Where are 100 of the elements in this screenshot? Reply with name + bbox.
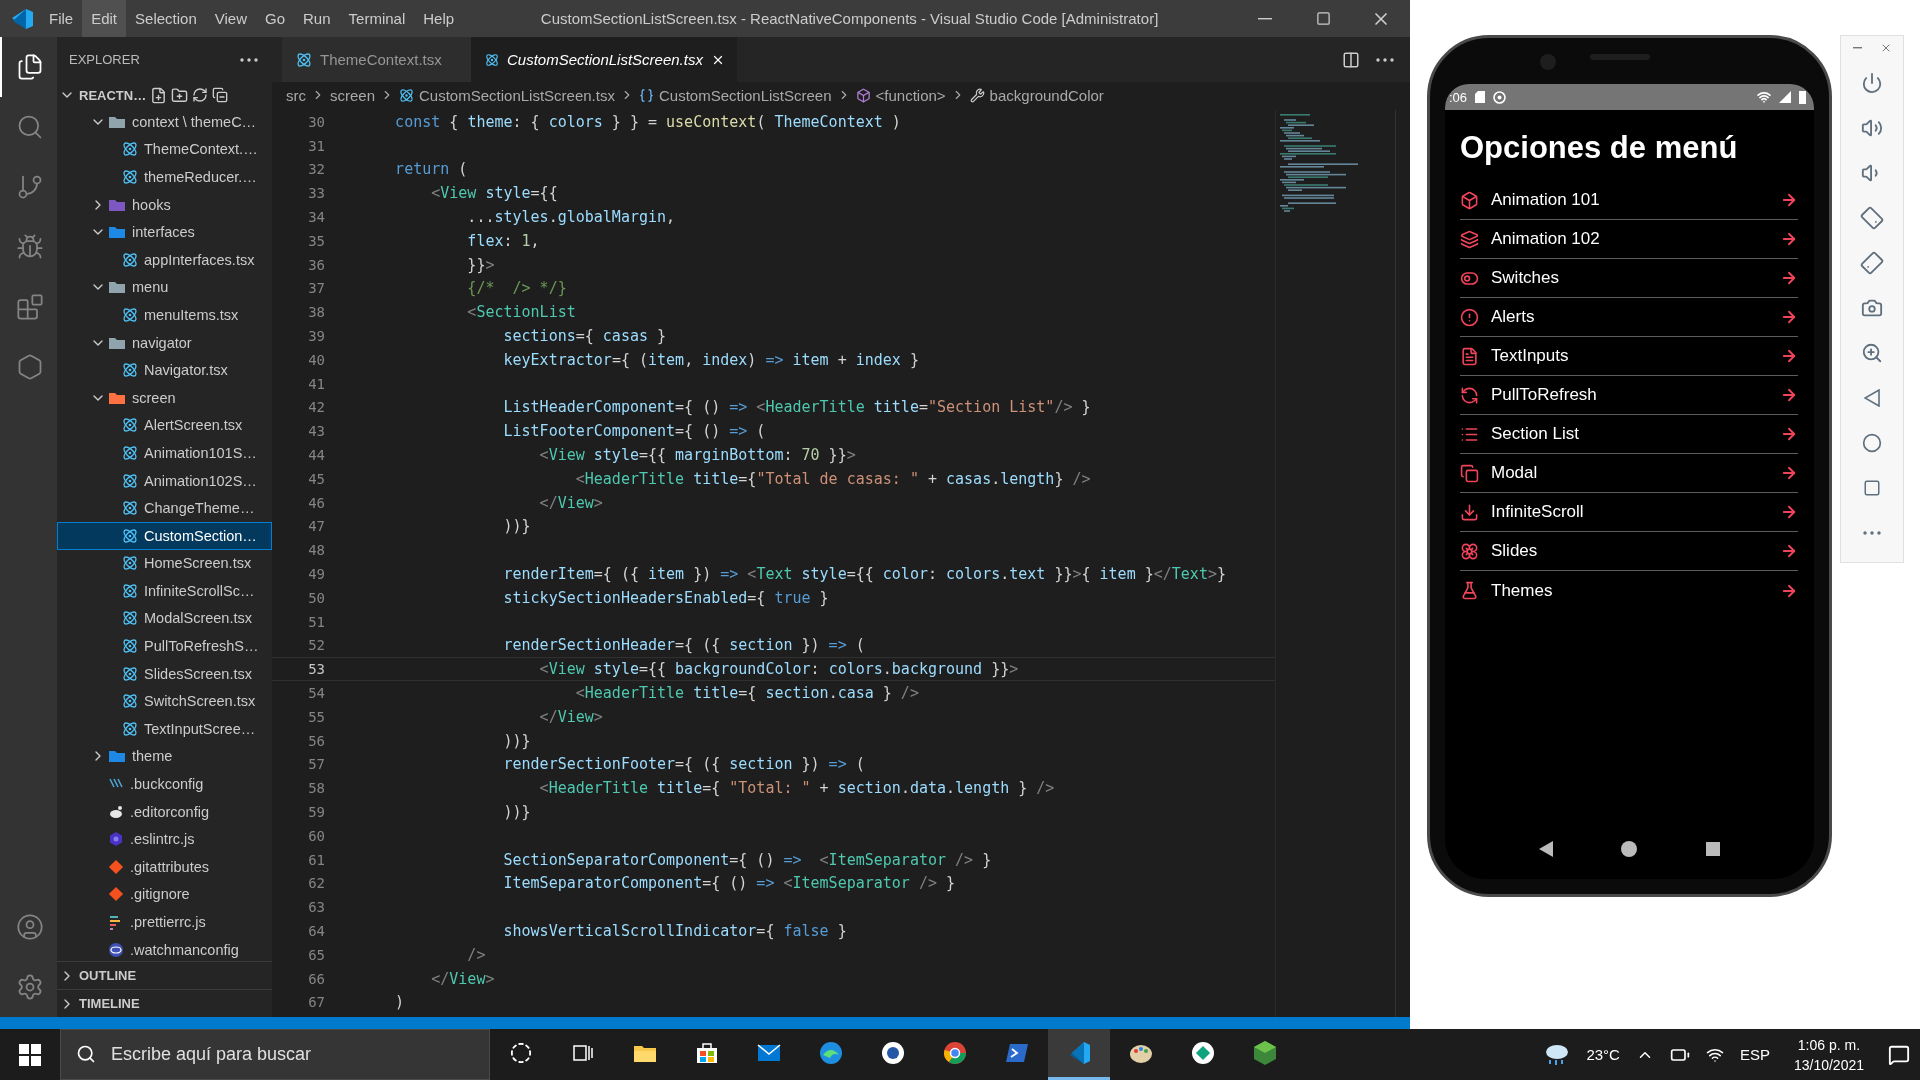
tree-item[interactable]: SlidesScreen.tsx xyxy=(57,659,272,688)
breadcrumb-item[interactable]: CustomSectionListScreen.tsx xyxy=(399,86,615,104)
line-number: 37 xyxy=(307,280,325,297)
menu-option[interactable]: InfiniteScroll xyxy=(1460,493,1798,532)
tree-item[interactable]: .editorconfig xyxy=(57,797,272,826)
power-icon xyxy=(1861,71,1883,94)
menu-option[interactable]: PullToRefresh xyxy=(1460,376,1798,415)
line-number: 62 xyxy=(307,875,325,892)
menubar-entry[interactable]: View xyxy=(205,0,256,37)
menu-option[interactable]: Alerts xyxy=(1460,298,1798,337)
menubar-entry[interactable]: Go xyxy=(256,0,294,37)
clock[interactable]: 1:06 p. m. 13/10/2021 xyxy=(1785,1034,1872,1075)
overview-icon[interactable] xyxy=(1705,842,1720,856)
tree-item[interactable]: TextInputScree… xyxy=(57,715,272,743)
tree-item[interactable]: .prettierrc.js xyxy=(57,908,272,936)
line-number: 36 xyxy=(307,256,325,273)
tree-item[interactable]: HomeScreen.tsx xyxy=(57,549,272,578)
editor-tab[interactable]: ThemeContext.tsx xyxy=(282,37,471,82)
project-name[interactable]: REACTN… xyxy=(79,87,147,103)
tree-item[interactable]: ModalScreen.tsx xyxy=(57,604,272,633)
tree-item[interactable]: Navigator.tsx xyxy=(57,356,272,384)
menubar-entry[interactable]: Run xyxy=(294,0,340,37)
new-file-icon[interactable] xyxy=(150,86,168,104)
home-icon[interactable] xyxy=(1621,841,1638,857)
split-editor-icon[interactable] xyxy=(1342,50,1360,69)
code-line: const { theme: { colors } } = useContext( ThemeContext ) xyxy=(394,112,901,131)
menu-option[interactable]: Section List xyxy=(1460,415,1798,454)
code-line: ItemSeparatorComponent={ () => <ItemSeparator /> } xyxy=(502,874,956,893)
menubar-entry[interactable]: File xyxy=(40,0,83,37)
more-icon[interactable] xyxy=(1376,57,1394,62)
tree-item[interactable]: menuItems.tsx xyxy=(57,301,272,329)
line-number: 63 xyxy=(307,899,325,916)
menu-option[interactable]: TextInputs xyxy=(1460,337,1798,376)
tree-item[interactable]: .watchmanconfig xyxy=(57,935,272,961)
line-number: 30 xyxy=(307,113,325,130)
tree-item[interactable]: themeReducer.… xyxy=(57,163,272,191)
notifications-icon[interactable] xyxy=(1888,1043,1910,1066)
line-number: 42 xyxy=(307,399,325,416)
line-number: 55 xyxy=(307,708,325,725)
menu-option[interactable]: Modal xyxy=(1460,454,1798,493)
folder-item[interactable]: context \ themeC… xyxy=(57,108,272,136)
circle-icon xyxy=(510,1042,532,1064)
tree-item[interactable]: PullToRefreshS… xyxy=(57,632,272,660)
menu-option[interactable]: Animation 101 xyxy=(1460,181,1798,220)
tree-item[interactable]: .gitattributes xyxy=(57,853,272,881)
tab-label: CustomSectionListScreen.tsx xyxy=(507,51,703,68)
back-icon[interactable] xyxy=(1539,841,1554,857)
tree-item[interactable]: .eslintrc.js xyxy=(57,825,272,854)
code-line: <View style={{ xyxy=(430,184,558,203)
tree-item[interactable]: ThemeContext.… xyxy=(57,135,272,164)
folder-item[interactable]: hooks xyxy=(57,190,272,219)
menu-option[interactable]: Animation 102 xyxy=(1460,220,1798,259)
code-line: ListHeaderComponent={ () => <HeaderTitle title="Section List"/> } xyxy=(502,398,1091,417)
code-line: <HeaderTitle title={ "Total: " + section.data.length } /> xyxy=(538,779,1055,798)
folder-item[interactable]: menu xyxy=(57,273,272,302)
menubar-entry[interactable]: Edit xyxy=(82,0,127,37)
code-line: </View> xyxy=(538,707,603,726)
code-line: ListFooterComponent={ () => ( xyxy=(502,422,766,441)
atom-icon xyxy=(122,610,138,627)
minimize-icon xyxy=(1852,47,1862,49)
collapse-icon[interactable] xyxy=(212,87,229,103)
tree-item[interactable]: .gitignore xyxy=(57,880,272,909)
tree-item[interactable]: InfiniteScrollSc… xyxy=(57,577,272,605)
tree-item[interactable]: Animation102S… xyxy=(57,466,272,495)
menu-option[interactable]: Slides xyxy=(1460,532,1798,571)
tree-item[interactable]: SwitchScreen.tsx xyxy=(57,687,272,716)
tree-item[interactable]: CustomSection… xyxy=(57,521,272,550)
breadcrumb-item[interactable]: screen xyxy=(330,86,376,104)
menu-option[interactable]: Themes xyxy=(1460,571,1798,610)
tab-label: ThemeContext.tsx xyxy=(320,51,442,68)
tree-item[interactable]: ChangeTheme… xyxy=(57,494,272,522)
folder-item[interactable]: theme xyxy=(57,742,272,771)
more-icon[interactable] xyxy=(1863,530,1881,535)
tree-item[interactable]: AlertScreen.tsx xyxy=(57,411,272,440)
arrow-right-icon xyxy=(1780,191,1798,209)
menubar-entry[interactable]: Terminal xyxy=(339,0,415,37)
new-folder-icon[interactable] xyxy=(171,86,189,104)
menubar-entry[interactable]: Help xyxy=(414,0,464,37)
breadcrumb-item[interactable]: CustomSectionListScreen xyxy=(638,86,832,104)
breadcrumb-item[interactable]: <function> xyxy=(855,86,946,104)
search-field[interactable]: Escribe aquí para buscar xyxy=(60,1029,490,1080)
tree-item[interactable]: Animation101S… xyxy=(57,439,272,467)
more-icon[interactable] xyxy=(240,57,258,62)
menu-option[interactable]: Switches xyxy=(1460,259,1798,298)
folder-item[interactable]: screen xyxy=(57,383,272,412)
editor-tab[interactable]: CustomSectionListScreen.tsx xyxy=(471,37,737,82)
tree-item[interactable]: .buckconfig xyxy=(57,770,272,798)
folder-item[interactable]: interfaces xyxy=(57,218,272,246)
code-line: }}> xyxy=(466,255,495,274)
atom-icon xyxy=(122,555,138,572)
panel-section-header[interactable]: OUTLINE xyxy=(57,961,272,989)
language-indicator[interactable]: ESP xyxy=(1739,1046,1770,1063)
folder-item[interactable]: navigator xyxy=(57,328,272,357)
refresh-icon[interactable] xyxy=(192,87,209,103)
menubar-entry[interactable]: Selection xyxy=(126,0,206,37)
breadcrumb-item[interactable]: src xyxy=(286,86,306,104)
line-number: 45 xyxy=(307,470,325,487)
tree-item[interactable]: appInterfaces.tsx xyxy=(57,245,272,274)
breadcrumb-item[interactable]: backgroundColor xyxy=(969,86,1104,104)
cube-icon xyxy=(1460,190,1479,210)
